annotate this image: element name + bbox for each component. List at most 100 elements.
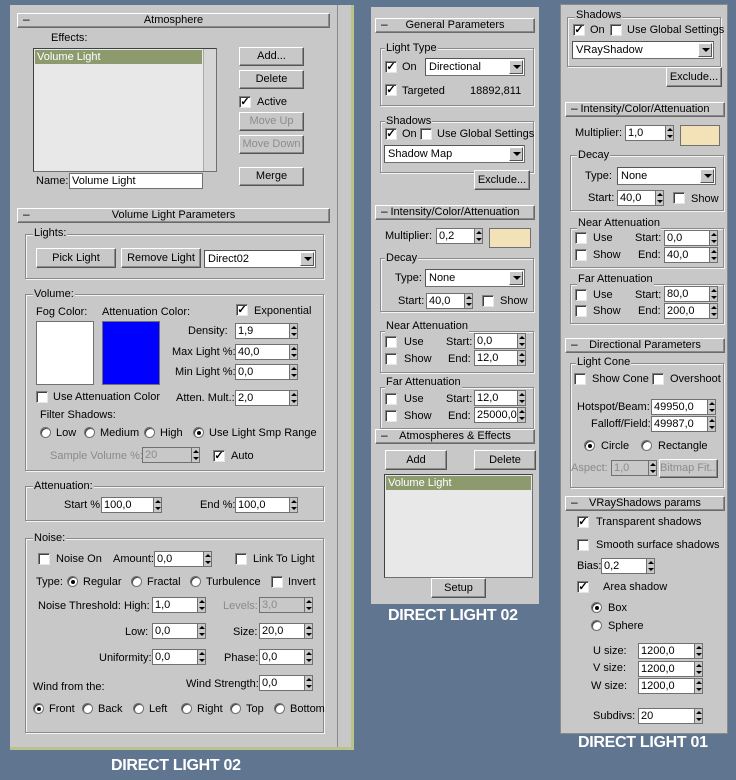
delete-atmosphere-button[interactable]: Delete — [474, 450, 536, 470]
cone-circle-radio[interactable] — [584, 440, 595, 451]
atmospheres-list[interactable]: Volume Light — [384, 474, 533, 578]
start-pct-spinner[interactable] — [153, 497, 162, 513]
list-scrollbar[interactable] — [203, 49, 216, 171]
bitmap-fit-button[interactable]: Bitmap Fit... — [659, 459, 718, 478]
min-light-field[interactable]: 0,0 — [235, 364, 289, 380]
exponential-checkbox[interactable]: ✓ — [236, 304, 248, 316]
size-spinner[interactable] — [304, 623, 313, 639]
decay-start-field[interactable]: 40,0 — [426, 293, 464, 309]
falloff-field[interactable]: 49987,0 — [651, 416, 707, 432]
move-up-button[interactable]: Move Up — [239, 112, 304, 131]
fog-color-swatch[interactable] — [36, 321, 94, 385]
type-turbulence-radio[interactable] — [190, 576, 201, 587]
wind-right-radio[interactable] — [181, 703, 192, 714]
phase-field[interactable]: 0,0 — [259, 649, 304, 665]
rollout-volume-light-header[interactable]: – Volume Light Parameters — [17, 208, 330, 223]
rollout-directional-header[interactable]: – Directional Parameters — [565, 338, 725, 353]
rollout-intensity-header[interactable]: – Intensity/Color/Attenuation — [375, 205, 535, 220]
near-start-spinner[interactable] — [709, 230, 718, 246]
end-pct-field[interactable]: 100,0 — [235, 497, 289, 513]
exclude-button[interactable]: Exclude... — [666, 67, 722, 87]
near-start-spinner[interactable] — [517, 333, 526, 349]
rollout-atmosphere-header[interactable]: – Atmosphere — [17, 13, 330, 28]
far-use-checkbox[interactable] — [575, 289, 587, 301]
atten-mult-field[interactable]: 2,0 — [235, 390, 289, 406]
far-end-field[interactable]: 25000,0 — [474, 407, 517, 423]
add-atmosphere-button[interactable]: Add — [385, 450, 447, 470]
exclude-button[interactable]: Exclude... — [474, 170, 530, 190]
threshold-high-field[interactable]: 1,0 — [152, 597, 197, 613]
subdivs-spinner[interactable] — [694, 708, 703, 724]
shadows-on-checkbox[interactable]: ✓ — [573, 24, 585, 36]
light-on-checkbox[interactable]: ✓ — [385, 61, 397, 73]
amount-field[interactable]: 0,0 — [154, 551, 203, 567]
phase-spinner[interactable] — [304, 649, 313, 665]
uniformity-spinner[interactable] — [197, 649, 206, 665]
far-start-field[interactable]: 12,0 — [474, 390, 517, 406]
bias-spinner[interactable] — [646, 558, 655, 574]
near-start-field[interactable]: 0,0 — [664, 230, 709, 246]
name-field[interactable]: Volume Light — [69, 173, 203, 189]
decay-type-dropdown[interactable]: None — [617, 167, 716, 185]
light-type-dropdown[interactable]: Directional — [425, 58, 525, 76]
density-spinner[interactable] — [289, 323, 298, 339]
far-end-spinner[interactable] — [709, 303, 718, 319]
near-show-checkbox[interactable] — [575, 249, 587, 261]
decay-start-spinner[interactable] — [655, 190, 664, 206]
near-end-field[interactable]: 40,0 — [664, 247, 709, 263]
far-show-checkbox[interactable] — [575, 305, 587, 317]
wind-front-radio[interactable] — [33, 703, 44, 714]
box-radio[interactable] — [591, 602, 602, 613]
decay-type-dropdown[interactable]: None — [425, 269, 525, 287]
density-field[interactable]: 1,9 — [235, 323, 289, 339]
far-start-field[interactable]: 80,0 — [664, 286, 709, 302]
threshold-high-spinner[interactable] — [197, 597, 206, 613]
decay-show-checkbox[interactable] — [482, 295, 494, 307]
start-pct-field[interactable]: 100,0 — [101, 497, 153, 513]
effects-list[interactable]: Volume Light — [33, 48, 217, 172]
threshold-low-field[interactable]: 0,0 — [152, 623, 197, 639]
multiplier-spinner[interactable] — [665, 125, 674, 141]
filter-smp-range-radio[interactable] — [193, 427, 204, 438]
shadow-type-dropdown[interactable]: VRayShadow — [572, 41, 714, 59]
decay-show-checkbox[interactable] — [673, 192, 685, 204]
hotspot-spinner[interactable] — [707, 399, 716, 415]
transparent-shadows-checkbox[interactable]: ✓ — [577, 516, 589, 528]
rollout-general-header[interactable]: – General Parameters — [375, 18, 535, 33]
size-field[interactable]: 20,0 — [259, 623, 304, 639]
levels-spinner[interactable] — [304, 597, 313, 613]
use-global-checkbox[interactable] — [420, 128, 432, 140]
v-size-spinner[interactable] — [694, 661, 703, 677]
near-end-spinner[interactable] — [709, 247, 718, 263]
w-size-spinner[interactable] — [694, 678, 703, 694]
wind-strength-field[interactable]: 0,0 — [259, 675, 304, 691]
multiplier-field[interactable]: 0,2 — [436, 228, 474, 244]
max-light-field[interactable]: 40,0 — [235, 344, 289, 360]
cone-rectangle-radio[interactable] — [641, 440, 652, 451]
near-end-spinner[interactable] — [517, 350, 526, 366]
multiplier-spinner[interactable] — [474, 228, 483, 244]
type-regular-radio[interactable] — [67, 576, 78, 587]
far-end-field[interactable]: 200,0 — [664, 303, 709, 319]
type-fractal-radio[interactable] — [131, 576, 142, 587]
targeted-checkbox[interactable]: ✓ — [385, 84, 397, 96]
noise-on-checkbox[interactable] — [38, 553, 50, 565]
atten-mult-spinner[interactable] — [289, 390, 298, 406]
w-size-field[interactable]: 1200,0 — [638, 678, 694, 694]
delete-effect-button[interactable]: Delete — [239, 70, 304, 89]
far-start-spinner[interactable] — [517, 390, 526, 406]
far-show-checkbox[interactable] — [385, 410, 397, 422]
overshoot-checkbox[interactable] — [652, 373, 664, 385]
active-checkbox[interactable]: ✓ — [239, 96, 251, 108]
near-use-checkbox[interactable] — [575, 232, 587, 244]
far-end-spinner[interactable] — [517, 407, 526, 423]
filter-high-radio[interactable] — [144, 427, 155, 438]
use-atten-color-checkbox[interactable] — [36, 391, 48, 403]
light-color-swatch[interactable] — [489, 228, 531, 248]
move-down-button[interactable]: Move Down — [239, 135, 304, 154]
rollout-atmospheres-header[interactable]: – Atmospheres & Effects — [375, 429, 535, 444]
aspect-field[interactable]: 1,0 — [611, 460, 648, 476]
aspect-spinner[interactable] — [648, 460, 657, 476]
max-light-spinner[interactable] — [289, 344, 298, 360]
uniformity-field[interactable]: 0,0 — [152, 649, 197, 665]
